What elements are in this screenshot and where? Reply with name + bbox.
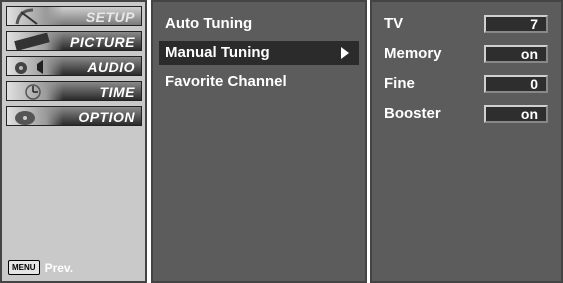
film-strip-icon bbox=[7, 32, 63, 50]
setting-value-tv[interactable]: 7 bbox=[484, 15, 548, 33]
menu-label-picture: PICTURE bbox=[70, 34, 135, 50]
setting-label-memory: Memory bbox=[384, 45, 442, 62]
submenu-panel: Auto Tuning Manual Tuning Favorite Chann… bbox=[151, 0, 367, 283]
setting-row-tv[interactable]: TV 7 bbox=[384, 12, 554, 36]
submenu-item-label: Manual Tuning bbox=[165, 44, 270, 61]
menu-item-option[interactable]: OPTION bbox=[6, 106, 142, 126]
setting-row-booster[interactable]: Booster on bbox=[384, 102, 554, 126]
option-disc-icon bbox=[7, 107, 63, 125]
setting-label-fine: Fine bbox=[384, 75, 415, 92]
main-menu-sidebar: SETUP PICTURE AUDIO TIME OPTION MENU Pre… bbox=[0, 0, 147, 283]
menu-item-setup[interactable]: SETUP bbox=[6, 6, 142, 26]
prev-hint: MENU Prev. bbox=[8, 260, 73, 275]
menu-key-badge: MENU bbox=[8, 260, 40, 275]
menu-item-picture[interactable]: PICTURE bbox=[6, 31, 142, 51]
setting-value-booster[interactable]: on bbox=[484, 105, 548, 123]
submenu-item-favorite-channel[interactable]: Favorite Channel bbox=[159, 70, 359, 94]
menu-item-time[interactable]: TIME bbox=[6, 81, 142, 101]
satellite-dish-icon bbox=[7, 7, 63, 25]
setting-value-fine[interactable]: 0 bbox=[484, 75, 548, 93]
menu-label-option: OPTION bbox=[78, 109, 135, 125]
setting-row-memory[interactable]: Memory on bbox=[384, 42, 554, 66]
prev-label: Prev. bbox=[44, 260, 74, 275]
setting-row-fine[interactable]: Fine 0 bbox=[384, 72, 554, 96]
setting-label-booster: Booster bbox=[384, 105, 441, 122]
setting-label-tv: TV bbox=[384, 15, 404, 32]
submenu-item-label: Auto Tuning bbox=[165, 15, 253, 32]
menu-label-setup: SETUP bbox=[85, 9, 135, 25]
settings-panel: TV 7 Memory on Fine 0 Booster on bbox=[370, 0, 563, 283]
menu-label-time: TIME bbox=[99, 84, 135, 100]
menu-label-audio: AUDIO bbox=[87, 59, 135, 75]
speaker-icon bbox=[7, 57, 63, 75]
setting-value-memory[interactable]: on bbox=[484, 45, 548, 63]
menu-item-audio[interactable]: AUDIO bbox=[6, 56, 142, 76]
submenu-item-label: Favorite Channel bbox=[165, 73, 287, 90]
clock-icon bbox=[7, 82, 63, 100]
submenu-item-auto-tuning[interactable]: Auto Tuning bbox=[159, 12, 359, 36]
submenu-item-manual-tuning[interactable]: Manual Tuning bbox=[159, 41, 359, 65]
right-arrow-icon bbox=[341, 47, 349, 59]
